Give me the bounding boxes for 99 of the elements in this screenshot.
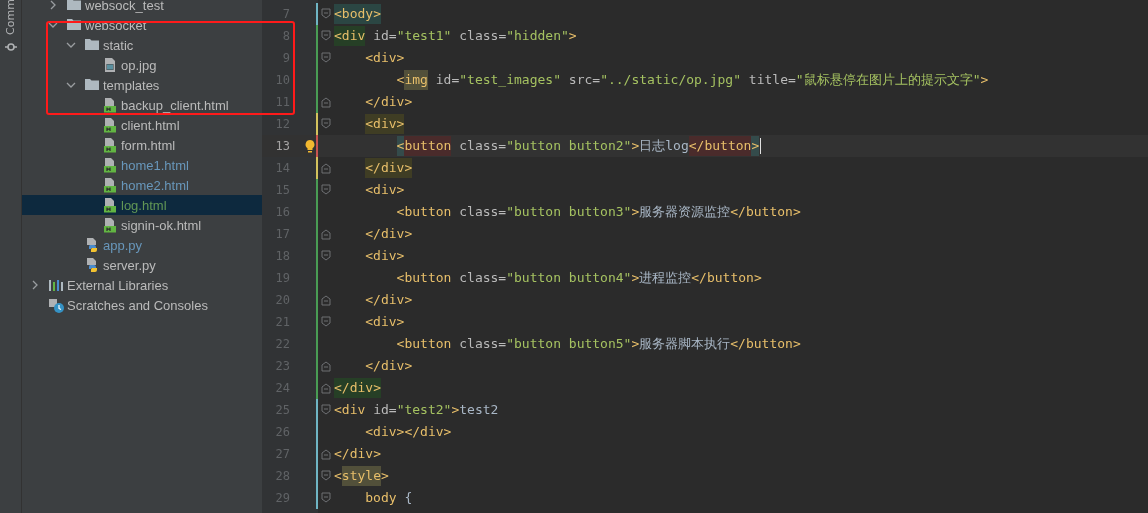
fold-open-icon[interactable] (321, 250, 331, 262)
change-marker[interactable] (316, 69, 318, 91)
change-marker[interactable] (316, 289, 318, 311)
change-marker[interactable] (316, 245, 318, 267)
image-file-icon (102, 57, 118, 73)
commit-icon (4, 41, 17, 53)
tree-item[interactable]: client.html (121, 117, 180, 133)
code-line: <div> (364, 181, 405, 199)
folder-icon (84, 77, 100, 93)
change-marker[interactable] (316, 157, 318, 179)
fold-open-icon[interactable] (321, 52, 331, 64)
tree-item[interactable]: log.html (121, 197, 167, 213)
change-marker[interactable] (316, 47, 318, 69)
fold-close-icon[interactable] (321, 162, 331, 174)
code-line: <img id="test_images" src="../static/op.jpg" title="鼠标悬停在图片上的提示文字"> (334, 70, 989, 90)
tree-item[interactable]: app.py (103, 237, 143, 253)
fold-open-icon[interactable] (321, 316, 331, 328)
code-line: </div> (364, 225, 413, 243)
tree-item[interactable]: websock_test (85, 0, 164, 13)
library-icon (48, 277, 64, 293)
change-marker[interactable] (316, 25, 318, 47)
tree-item[interactable]: websocket (85, 17, 147, 33)
code-line: </div> (364, 357, 413, 375)
html-file-icon (102, 137, 118, 153)
tree-item[interactable]: op.jpg (121, 57, 157, 73)
code-line: <div> (364, 247, 405, 265)
line-number: 13 (274, 139, 290, 153)
scratch-clock-icon (48, 297, 64, 313)
tree-item[interactable]: signin-ok.html (121, 217, 202, 233)
html-file-icon (102, 217, 118, 233)
chevron-down-icon[interactable] (66, 40, 76, 50)
fold-close-icon[interactable] (321, 448, 331, 460)
change-marker[interactable] (316, 443, 318, 465)
fold-open-icon[interactable] (321, 30, 331, 42)
fold-open-icon[interactable] (321, 404, 331, 416)
tree-item[interactable]: home1.html (121, 157, 189, 173)
tree-item[interactable]: form.html (121, 137, 176, 153)
fold-close-icon[interactable] (321, 294, 331, 306)
tree-item[interactable]: home2.html (121, 177, 189, 193)
fold-open-icon[interactable] (321, 184, 331, 196)
chevron-down-icon[interactable] (66, 80, 76, 90)
lightbulb-icon[interactable] (304, 139, 316, 153)
change-marker[interactable] (316, 355, 318, 377)
tree-item[interactable]: Scratches and Consoles (67, 297, 208, 313)
fold-open-icon[interactable] (321, 8, 331, 20)
change-marker[interactable] (316, 399, 318, 421)
fold-close-icon[interactable] (321, 228, 331, 240)
html-file-icon (102, 97, 118, 113)
code-line: <div id="test1" class="hidden"> (334, 26, 577, 46)
change-marker[interactable] (316, 465, 318, 487)
tree-item[interactable]: External Libraries (67, 277, 169, 293)
fold-open-icon[interactable] (321, 118, 331, 130)
change-marker[interactable] (316, 223, 318, 245)
change-marker[interactable] (316, 487, 318, 509)
fold-open-icon[interactable] (321, 470, 331, 482)
tree-item[interactable]: templates (103, 77, 160, 93)
fold-open-icon[interactable] (321, 492, 331, 504)
code-line: <div> (364, 313, 405, 331)
fold-close-icon[interactable] (321, 382, 331, 394)
code-line: body { (364, 489, 413, 507)
change-marker[interactable] (316, 113, 318, 135)
change-marker[interactable] (316, 179, 318, 201)
chevron-down-icon[interactable] (48, 20, 58, 30)
change-marker[interactable] (316, 91, 318, 113)
fold-close-icon[interactable] (321, 360, 331, 372)
code-line: <button class="button button2">日志log</button> (334, 136, 762, 156)
code-line: </div> (364, 93, 413, 111)
folder-icon (84, 37, 100, 53)
code-line: </div> (334, 445, 381, 463)
code-line: <div></div> (364, 423, 452, 441)
code-line: <button class="button button4">进程监控</button> (395, 269, 762, 287)
code-line: </div> (364, 291, 413, 309)
tree-item[interactable]: server.py (103, 257, 156, 273)
html-file-icon (102, 157, 118, 173)
folder-icon (66, 17, 82, 33)
chevron-right-icon[interactable] (30, 280, 40, 290)
tree-item[interactable]: backup_client.html (121, 97, 229, 113)
change-marker[interactable] (316, 135, 318, 157)
html-file-icon (102, 117, 118, 133)
code-line: <div> (364, 49, 405, 67)
chevron-right-icon[interactable] (48, 0, 58, 10)
folder-icon (66, 0, 82, 13)
code-line: <button class="button button5">服务器脚本执行</button> (395, 335, 801, 353)
code-line: <style> (334, 466, 389, 486)
change-marker[interactable] (316, 377, 318, 399)
code-line: <div id="test2">test2 (334, 401, 499, 419)
html-file-icon (102, 197, 118, 213)
change-marker[interactable] (316, 311, 318, 333)
change-marker[interactable] (316, 267, 318, 289)
change-marker[interactable] (316, 3, 318, 25)
fold-close-icon[interactable] (321, 96, 331, 108)
tree-item[interactable]: static (103, 37, 134, 53)
python-file-icon (84, 237, 100, 253)
python-file-icon (84, 257, 100, 273)
html-file-icon (102, 177, 118, 193)
change-marker[interactable] (316, 201, 318, 223)
change-marker[interactable] (316, 421, 318, 443)
change-marker[interactable] (316, 333, 318, 355)
code-line: <button class="button button3">服务器资源监控</button> (395, 203, 801, 221)
